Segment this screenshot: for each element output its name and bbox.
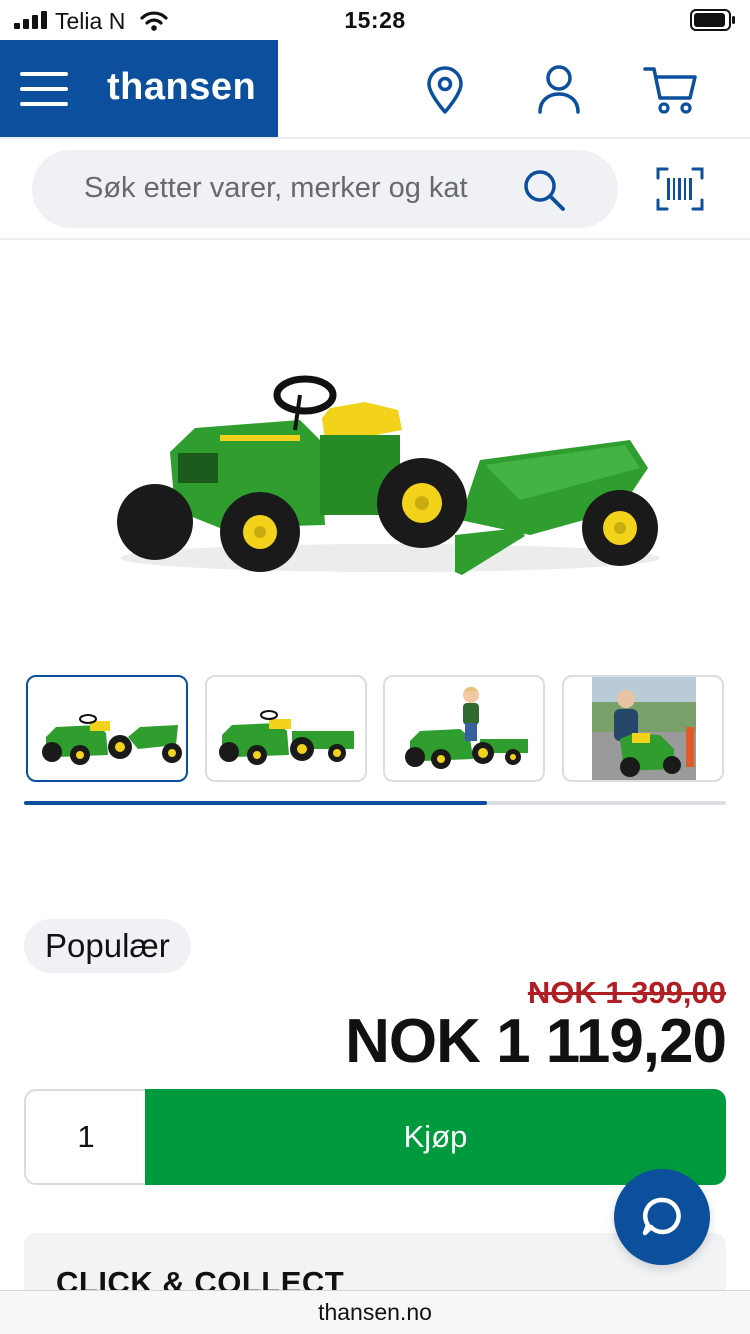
brand-block: thansen	[0, 40, 278, 138]
search-divider	[0, 238, 750, 240]
clock: 15:28	[344, 7, 406, 33]
thumbnail-child-on-tractor-image	[405, 686, 528, 769]
gallery-scroll-indicator	[24, 801, 726, 805]
header-divider	[0, 137, 750, 139]
site-header: thansen	[0, 40, 750, 138]
current-price: NOK 1 119,20	[345, 1007, 727, 1076]
search-placeholder: Søk etter varer, merker og kat	[84, 172, 468, 204]
thumbnail-child-outdoors-image	[592, 677, 696, 780]
battery-icon	[690, 9, 735, 31]
buy-button[interactable]: Kjøp	[145, 1089, 726, 1185]
browser-url-bar[interactable]: thansen.no	[0, 1290, 750, 1334]
cart-icon[interactable]	[642, 64, 698, 116]
thumbnail-2[interactable]	[205, 675, 367, 782]
thumbnail-3[interactable]	[383, 675, 545, 782]
popular-badge: Populær	[24, 919, 191, 973]
gallery-scroll-progress	[24, 801, 488, 805]
search-input[interactable]: Søk etter varer, merker og kat	[32, 150, 618, 228]
account-icon[interactable]	[531, 64, 587, 116]
barcode-scanner-icon[interactable]	[655, 166, 705, 212]
thumbnail-tractor-trailer-image	[42, 714, 182, 765]
status-bar: Telia N 15:28	[0, 0, 750, 40]
menu-icon[interactable]	[20, 72, 68, 106]
search-row: Søk etter varer, merker og kat	[0, 140, 750, 238]
product-image-tractor[interactable]	[100, 350, 680, 590]
location-pin-icon[interactable]	[417, 64, 473, 116]
quantity-field[interactable]: 1	[24, 1089, 146, 1185]
thumbnail-4[interactable]	[562, 675, 724, 782]
thumbnail-1[interactable]	[26, 675, 188, 782]
chat-button[interactable]	[614, 1169, 710, 1265]
thansen-logo[interactable]: thansen	[107, 66, 256, 109]
search-icon[interactable]	[522, 168, 566, 212]
thumbnail-tractor-side-image	[219, 710, 354, 765]
chat-bubble-icon	[642, 1197, 681, 1236]
